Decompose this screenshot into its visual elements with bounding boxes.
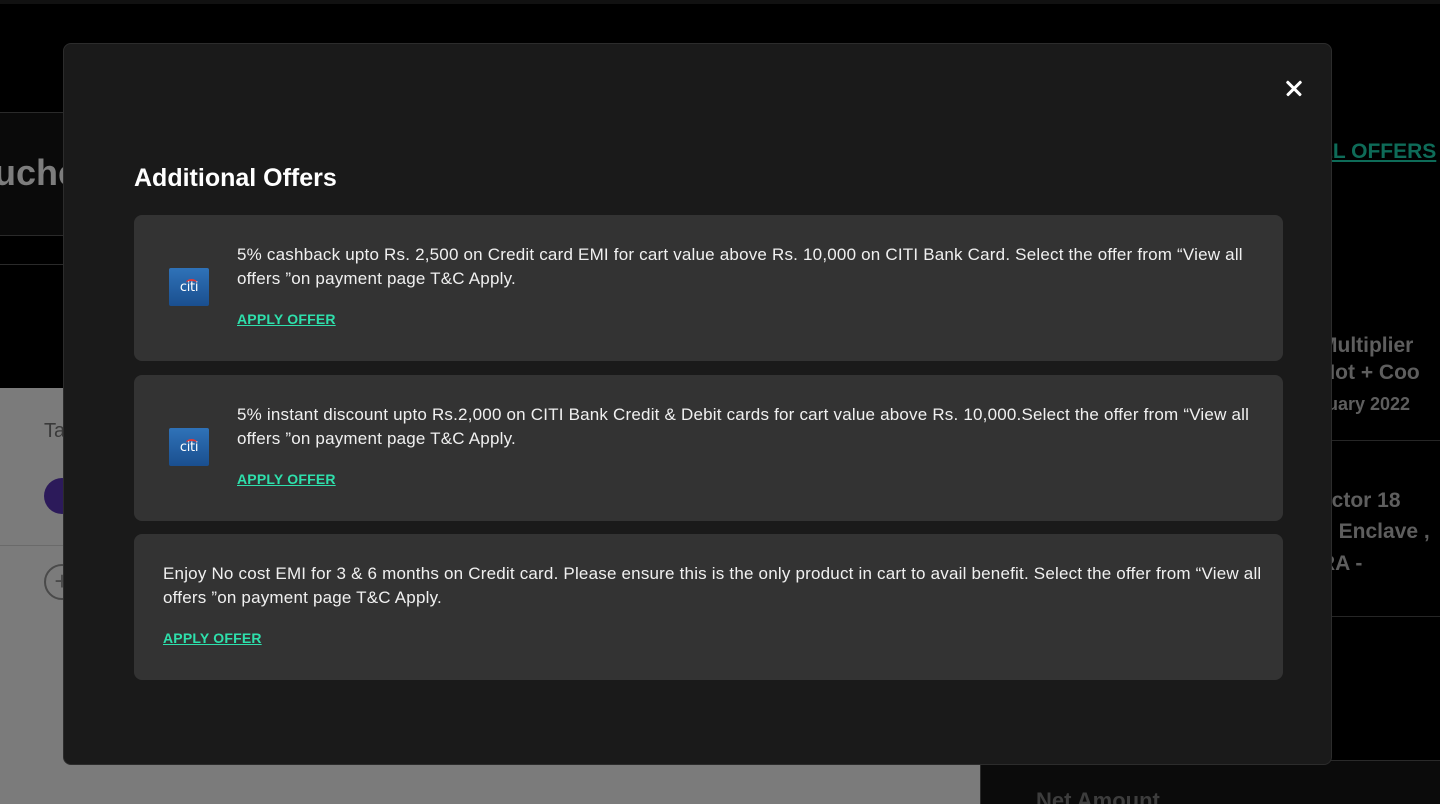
- address-line2: n Enclave ,: [1320, 520, 1430, 543]
- product-name-line1: Multiplier: [1320, 334, 1414, 357]
- net-amount-label: Net Amount: [1036, 788, 1160, 804]
- apply-offer-link[interactable]: APPLY OFFER: [237, 471, 336, 487]
- offer-card: citi 5% instant discount upto Rs.2,000 o…: [134, 375, 1283, 521]
- offer-card: Enjoy No cost EMI for 3 & 6 months on Cr…: [134, 534, 1283, 680]
- top-bar: [0, 0, 1440, 4]
- background-label: Ta: [44, 420, 66, 442]
- offer-description: 5% instant discount upto Rs.2,000 on CIT…: [237, 405, 1250, 448]
- apply-offer-link[interactable]: APPLY OFFER: [237, 311, 336, 327]
- offer-description: 5% cashback upto Rs. 2,500 on Credit car…: [237, 245, 1243, 288]
- offer-card: citi 5% cashback upto Rs. 2,500 on Credi…: [134, 215, 1283, 361]
- apply-offer-link[interactable]: APPLY OFFER: [163, 630, 262, 646]
- bank-logo-text: citi: [179, 439, 199, 455]
- modal-title: Additional Offers: [134, 164, 337, 192]
- citi-bank-logo: citi: [169, 268, 209, 306]
- divider: [1330, 616, 1440, 617]
- bank-logo-text: citi: [179, 279, 199, 295]
- address-line1: ector 18: [1320, 489, 1401, 512]
- background-right-column: LL OFFERS Multiplier Hot + Coo ruary 202…: [1320, 0, 1440, 804]
- divider: [0, 545, 64, 546]
- view-all-offers-link[interactable]: LL OFFERS: [1320, 140, 1436, 164]
- citi-bank-logo: citi: [169, 428, 209, 466]
- close-icon[interactable]: [1279, 74, 1309, 104]
- divider: [1330, 440, 1440, 441]
- product-date: ruary 2022: [1320, 394, 1411, 414]
- divider: [0, 264, 64, 265]
- offer-description: Enjoy No cost EMI for 3 & 6 months on Cr…: [163, 564, 1262, 607]
- product-name-line2: Hot + Coo: [1320, 361, 1420, 384]
- additional-offers-modal: Additional Offers citi 5% cashback upto …: [63, 43, 1332, 765]
